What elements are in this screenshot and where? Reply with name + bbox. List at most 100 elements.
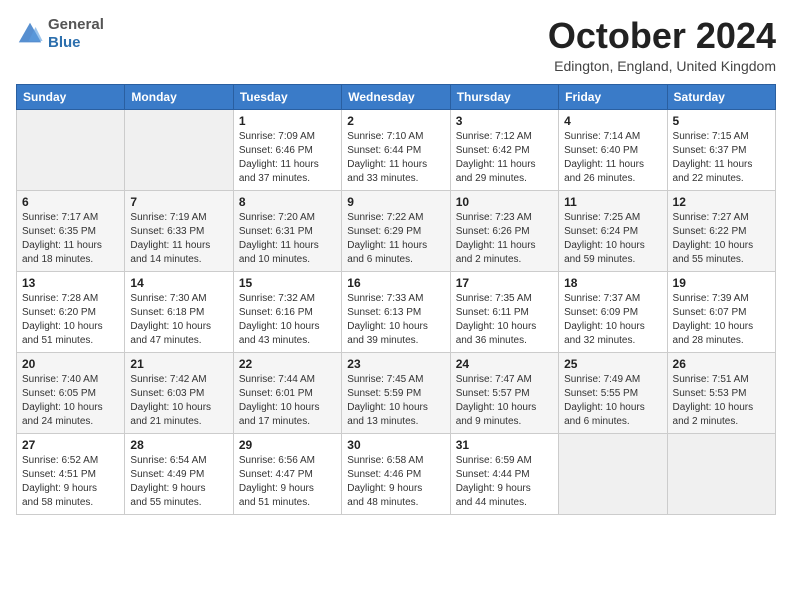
day-info: Sunrise: 6:54 AM Sunset: 4:49 PM Dayligh… (130, 454, 227, 510)
day-number: 3 (456, 114, 553, 128)
day-info: Sunrise: 6:58 AM Sunset: 4:46 PM Dayligh… (347, 454, 444, 510)
calendar-cell: 28 Sunrise: 6:54 AM Sunset: 4:49 PM Dayli… (125, 433, 233, 514)
day-number: 26 (673, 357, 770, 371)
day-number: 19 (673, 276, 770, 290)
day-number: 23 (347, 357, 444, 371)
calendar-cell: 31 Sunrise: 6:59 AM Sunset: 4:44 PM Dayli… (450, 433, 558, 514)
calendar-cell: 27 Sunrise: 6:52 AM Sunset: 4:51 PM Dayli… (17, 433, 125, 514)
day-number: 28 (130, 438, 227, 452)
day-number: 21 (130, 357, 227, 371)
calendar-cell: 30Sunrise: 6:58 AM Sunset: 4:46 PM Dayli… (342, 433, 450, 514)
day-info: Sunrise: 7:39 AM Sunset: 6:07 PM Dayligh… (673, 292, 770, 348)
day-info: Sunrise: 7:44 AM Sunset: 6:01 PM Dayligh… (239, 373, 336, 429)
day-info: Sunrise: 7:09 AM Sunset: 6:46 PM Dayligh… (239, 130, 336, 186)
calendar-cell: 25 Sunrise: 7:49 AM Sunset: 5:55 PM Dayli… (559, 352, 667, 433)
calendar-cell: 13 Sunrise: 7:28 AM Sunset: 6:20 PM Dayli… (17, 271, 125, 352)
calendar-cell (125, 109, 233, 190)
col-thursday: Thursday (450, 84, 558, 109)
calendar-cell: 22 Sunrise: 7:44 AM Sunset: 6:01 PM Dayli… (233, 352, 341, 433)
logo-blue: Blue (48, 34, 81, 51)
calendar-cell (559, 433, 667, 514)
calendar-cell: 17Sunrise: 7:35 AM Sunset: 6:11 PM Dayli… (450, 271, 558, 352)
day-number: 29 (239, 438, 336, 452)
logo-icon (16, 20, 44, 48)
calendar-cell: 21Sunrise: 7:42 AM Sunset: 6:03 PM Dayli… (125, 352, 233, 433)
day-info: Sunrise: 7:12 AM Sunset: 6:42 PM Dayligh… (456, 130, 553, 186)
header: General Blue October 2024 Edington, Engl… (16, 16, 776, 74)
calendar-cell: 9Sunrise: 7:22 AM Sunset: 6:29 PM Daylig… (342, 190, 450, 271)
day-info: Sunrise: 7:49 AM Sunset: 5:55 PM Dayligh… (564, 373, 661, 429)
calendar-cell: 5 Sunrise: 7:15 AM Sunset: 6:37 PM Daylig… (667, 109, 775, 190)
day-info: Sunrise: 7:40 AM Sunset: 6:05 PM Dayligh… (22, 373, 119, 429)
day-info: Sunrise: 7:20 AM Sunset: 6:31 PM Dayligh… (239, 211, 336, 267)
col-tuesday: Tuesday (233, 84, 341, 109)
location: Edington, England, United Kingdom (548, 58, 776, 74)
day-info: Sunrise: 6:52 AM Sunset: 4:51 PM Dayligh… (22, 454, 119, 510)
calendar-cell: 26 Sunrise: 7:51 AM Sunset: 5:53 PM Dayli… (667, 352, 775, 433)
calendar-cell: 15Sunrise: 7:32 AM Sunset: 6:16 PM Dayli… (233, 271, 341, 352)
calendar-cell: 16 Sunrise: 7:33 AM Sunset: 6:13 PM Dayli… (342, 271, 450, 352)
col-monday: Monday (125, 84, 233, 109)
calendar-cell: 24Sunrise: 7:47 AM Sunset: 5:57 PM Dayli… (450, 352, 558, 433)
day-number: 31 (456, 438, 553, 452)
calendar-week-4: 20Sunrise: 7:40 AM Sunset: 6:05 PM Dayli… (17, 352, 776, 433)
calendar-cell: 19 Sunrise: 7:39 AM Sunset: 6:07 PM Dayli… (667, 271, 775, 352)
col-wednesday: Wednesday (342, 84, 450, 109)
logo-general: General (48, 16, 104, 33)
day-number: 7 (130, 195, 227, 209)
day-number: 8 (239, 195, 336, 209)
calendar-cell: 12Sunrise: 7:27 AM Sunset: 6:22 PM Dayli… (667, 190, 775, 271)
calendar-week-1: 1 Sunrise: 7:09 AM Sunset: 6:46 PM Daylig… (17, 109, 776, 190)
day-number: 22 (239, 357, 336, 371)
day-info: Sunrise: 6:56 AM Sunset: 4:47 PM Dayligh… (239, 454, 336, 510)
day-info: Sunrise: 7:45 AM Sunset: 5:59 PM Dayligh… (347, 373, 444, 429)
day-number: 5 (673, 114, 770, 128)
calendar-table: Sunday Monday Tuesday Wednesday Thursday… (16, 84, 776, 515)
calendar-cell: 10 Sunrise: 7:23 AM Sunset: 6:26 PM Dayli… (450, 190, 558, 271)
day-number: 10 (456, 195, 553, 209)
day-info: Sunrise: 7:51 AM Sunset: 5:53 PM Dayligh… (673, 373, 770, 429)
calendar-cell (667, 433, 775, 514)
day-info: Sunrise: 7:22 AM Sunset: 6:29 PM Dayligh… (347, 211, 444, 267)
day-info: Sunrise: 7:25 AM Sunset: 6:24 PM Dayligh… (564, 211, 661, 267)
calendar-cell: 18 Sunrise: 7:37 AM Sunset: 6:09 PM Dayli… (559, 271, 667, 352)
calendar-header-row: Sunday Monday Tuesday Wednesday Thursday… (17, 84, 776, 109)
col-friday: Friday (559, 84, 667, 109)
calendar-cell: 11 Sunrise: 7:25 AM Sunset: 6:24 PM Dayli… (559, 190, 667, 271)
day-number: 11 (564, 195, 661, 209)
day-number: 18 (564, 276, 661, 290)
day-info: Sunrise: 7:32 AM Sunset: 6:16 PM Dayligh… (239, 292, 336, 348)
calendar-week-2: 6 Sunrise: 7:17 AM Sunset: 6:35 PM Daylig… (17, 190, 776, 271)
day-number: 14 (130, 276, 227, 290)
day-number: 6 (22, 195, 119, 209)
day-info: Sunrise: 7:33 AM Sunset: 6:13 PM Dayligh… (347, 292, 444, 348)
day-number: 4 (564, 114, 661, 128)
calendar-cell: 20Sunrise: 7:40 AM Sunset: 6:05 PM Dayli… (17, 352, 125, 433)
day-number: 25 (564, 357, 661, 371)
day-info: Sunrise: 7:27 AM Sunset: 6:22 PM Dayligh… (673, 211, 770, 267)
calendar-cell: 2Sunrise: 7:10 AM Sunset: 6:44 PM Daylig… (342, 109, 450, 190)
day-number: 13 (22, 276, 119, 290)
day-info: Sunrise: 7:17 AM Sunset: 6:35 PM Dayligh… (22, 211, 119, 267)
page: General Blue October 2024 Edington, Engl… (0, 0, 792, 612)
day-number: 1 (239, 114, 336, 128)
col-saturday: Saturday (667, 84, 775, 109)
day-info: Sunrise: 7:23 AM Sunset: 6:26 PM Dayligh… (456, 211, 553, 267)
day-info: Sunrise: 7:14 AM Sunset: 6:40 PM Dayligh… (564, 130, 661, 186)
calendar-week-3: 13 Sunrise: 7:28 AM Sunset: 6:20 PM Dayli… (17, 271, 776, 352)
logo-text: General Blue (48, 16, 104, 52)
day-info: Sunrise: 7:37 AM Sunset: 6:09 PM Dayligh… (564, 292, 661, 348)
calendar-cell: 14Sunrise: 7:30 AM Sunset: 6:18 PM Dayli… (125, 271, 233, 352)
calendar-cell: 29 Sunrise: 6:56 AM Sunset: 4:47 PM Dayli… (233, 433, 341, 514)
logo: General Blue (16, 16, 104, 52)
day-info: Sunrise: 6:59 AM Sunset: 4:44 PM Dayligh… (456, 454, 553, 510)
day-info: Sunrise: 7:15 AM Sunset: 6:37 PM Dayligh… (673, 130, 770, 186)
day-number: 24 (456, 357, 553, 371)
day-info: Sunrise: 7:19 AM Sunset: 6:33 PM Dayligh… (130, 211, 227, 267)
calendar-cell (17, 109, 125, 190)
day-number: 27 (22, 438, 119, 452)
day-info: Sunrise: 7:35 AM Sunset: 6:11 PM Dayligh… (456, 292, 553, 348)
day-info: Sunrise: 7:28 AM Sunset: 6:20 PM Dayligh… (22, 292, 119, 348)
day-info: Sunrise: 7:10 AM Sunset: 6:44 PM Dayligh… (347, 130, 444, 186)
day-number: 16 (347, 276, 444, 290)
